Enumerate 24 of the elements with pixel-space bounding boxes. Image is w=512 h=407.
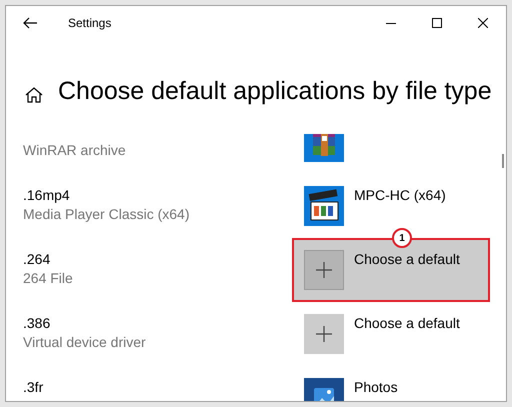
- archive-books-icon: [304, 134, 344, 162]
- back-arrow-icon: [23, 17, 37, 29]
- home-icon: [25, 87, 43, 103]
- file-extension: .3fr: [23, 378, 44, 396]
- file-extension: .264: [23, 250, 52, 268]
- file-type-description: 264 File: [23, 269, 74, 288]
- window-title: Settings: [68, 15, 112, 32]
- default-app-button[interactable]: Choose a default: [292, 302, 490, 366]
- plus-icon: [316, 262, 332, 278]
- file-extension: .16mp4: [23, 186, 71, 204]
- page-heading: Choose default applications by file type: [58, 76, 493, 107]
- file-type-description: Media Player Classic (x64): [23, 205, 190, 224]
- minimize-icon: [386, 22, 396, 24]
- step-badge: 1: [392, 228, 412, 248]
- plus-icon: [316, 326, 332, 342]
- close-icon: [478, 18, 488, 28]
- home-button[interactable]: [24, 85, 44, 105]
- scrollbar-thumb[interactable]: [502, 154, 504, 168]
- file-extension: .386: [23, 314, 52, 332]
- file-type-description: Virtual device driver: [23, 333, 147, 352]
- file-type-description: WinRAR archive: [23, 141, 127, 160]
- default-app-button[interactable]: Photos: [292, 366, 490, 401]
- maximize-icon: [432, 18, 442, 28]
- clapperboard-icon: [304, 186, 344, 226]
